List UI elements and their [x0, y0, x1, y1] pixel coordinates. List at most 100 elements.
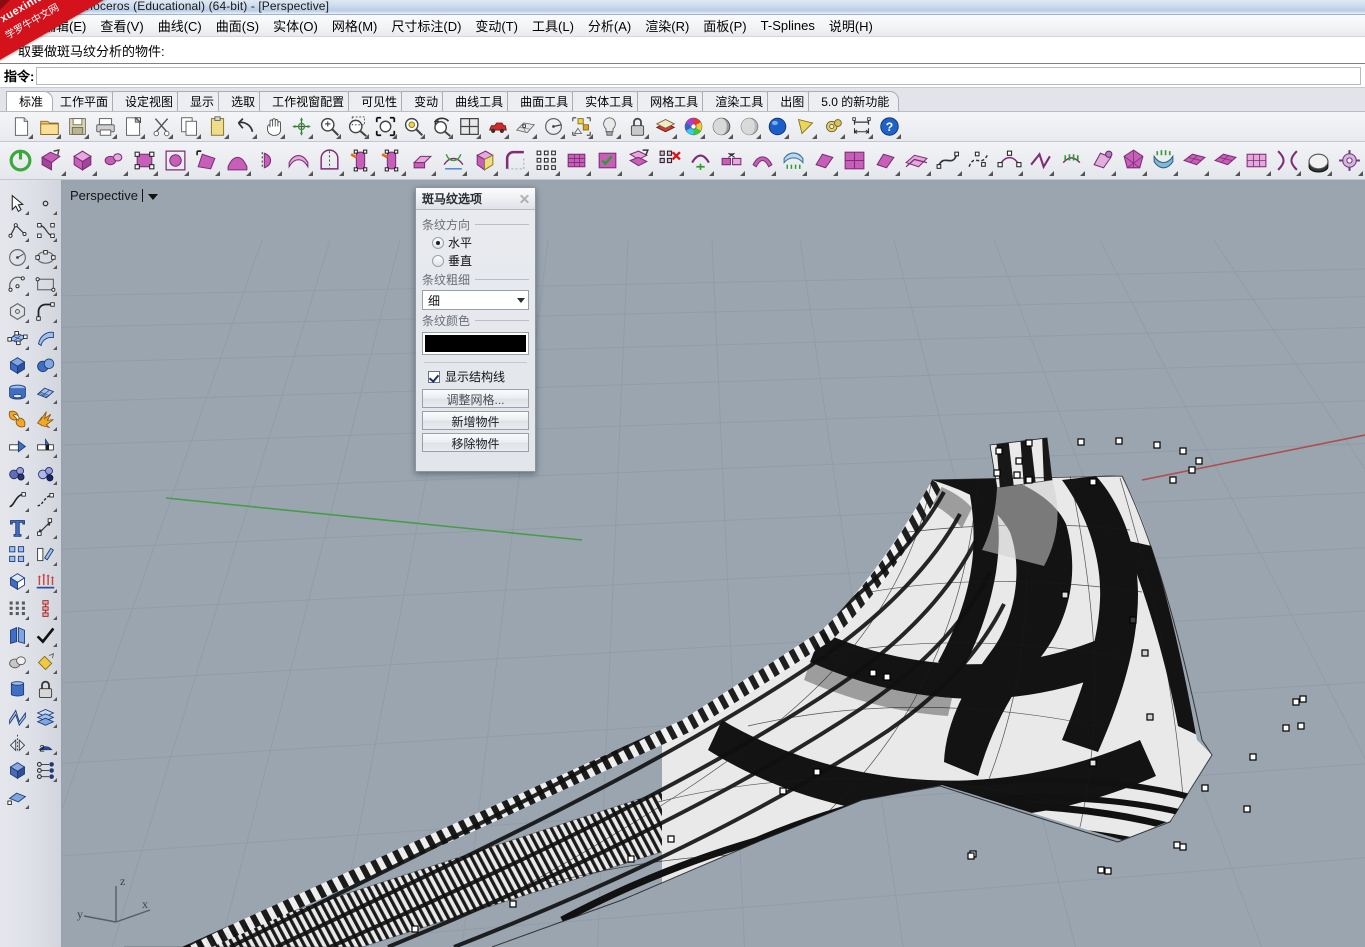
- flyout-arrow-icon[interactable]: [224, 133, 229, 139]
- flyout-arrow-icon[interactable]: [56, 133, 61, 139]
- flyout-arrow-icon[interactable]: [700, 133, 705, 139]
- flyout-arrow-icon[interactable]: [25, 373, 29, 377]
- toolbar-tab-3[interactable]: 显示: [177, 91, 225, 111]
- flyout-arrow-icon[interactable]: [802, 170, 808, 176]
- flyout-arrow-icon[interactable]: [672, 133, 677, 139]
- group-icon[interactable]: [3, 541, 31, 568]
- flyout-arrow-icon[interactable]: [246, 170, 252, 176]
- rectangle-icon[interactable]: [31, 271, 59, 298]
- radio-horizontal[interactable]: 水平: [432, 234, 529, 251]
- boolean-diff-icon[interactable]: [3, 649, 31, 676]
- flyout-arrow-icon[interactable]: [184, 170, 190, 176]
- flyout-arrow-icon[interactable]: [25, 346, 29, 350]
- flyout-arrow-icon[interactable]: [25, 454, 29, 458]
- object-snap-icon[interactable]: [568, 114, 594, 140]
- toolbar-tab-10[interactable]: 实体工具: [572, 91, 644, 111]
- flyout-arrow-icon[interactable]: [532, 133, 537, 139]
- flyout-arrow-icon[interactable]: [53, 400, 57, 404]
- flyout-arrow-icon[interactable]: [215, 170, 221, 176]
- flyout-arrow-icon[interactable]: [53, 643, 57, 647]
- flyout-arrow-icon[interactable]: [420, 133, 425, 139]
- flyout-arrow-icon[interactable]: [25, 643, 29, 647]
- stripe-color-swatch[interactable]: [425, 335, 526, 352]
- history-icon[interactable]: [31, 757, 59, 784]
- flyout-arrow-icon[interactable]: [196, 133, 201, 139]
- menu-dimension[interactable]: 尺寸标注(D): [384, 14, 468, 37]
- mesh-icon[interactable]: [31, 379, 59, 406]
- flyout-arrow-icon[interactable]: [476, 133, 481, 139]
- flyout-arrow-icon[interactable]: [400, 170, 406, 176]
- flyout-arrow-icon[interactable]: [588, 133, 593, 139]
- toolbar-tab-4[interactable]: 选取: [218, 91, 266, 111]
- flyout-arrow-icon[interactable]: [122, 170, 128, 176]
- flyout-arrow-icon[interactable]: [28, 133, 33, 139]
- zebra-options-dialog[interactable]: 斑马纹选项 条纹方向 水平 垂直 条纹粗细 细 条纹颜色 显示结构线 调整网格.…: [415, 187, 536, 472]
- flyout-arrow-icon[interactable]: [771, 170, 777, 176]
- plane-icon[interactable]: [3, 784, 31, 811]
- flyout-arrow-icon[interactable]: [1080, 170, 1086, 176]
- sphere-solid-icon[interactable]: [31, 352, 59, 379]
- flyout-arrow-icon[interactable]: [728, 133, 733, 139]
- help-icon[interactable]: ?: [876, 114, 902, 140]
- toolbar-tab-2[interactable]: 设定视图: [112, 91, 184, 111]
- flyout-arrow-icon[interactable]: [25, 616, 29, 620]
- surface-from-curves-icon[interactable]: [995, 145, 1025, 177]
- flyout-arrow-icon[interactable]: [53, 292, 57, 296]
- lock-object-icon[interactable]: [31, 676, 59, 703]
- offset-curve-icon[interactable]: [31, 487, 59, 514]
- split-surface-icon[interactable]: [624, 145, 654, 177]
- undo-view-icon[interactable]: [428, 114, 454, 140]
- copy-view-icon[interactable]: [120, 114, 146, 140]
- flyout-arrow-icon[interactable]: [25, 670, 29, 674]
- surface-cp-icon[interactable]: [130, 145, 160, 177]
- flyout-arrow-icon[interactable]: [53, 319, 57, 323]
- viewport-layout-icon[interactable]: [456, 114, 482, 140]
- color-wheel-icon[interactable]: [680, 114, 706, 140]
- surface-fold-icon[interactable]: [1025, 145, 1055, 177]
- surface-panel-icon[interactable]: [1211, 145, 1241, 177]
- flyout-arrow-icon[interactable]: [25, 211, 29, 215]
- light-icon[interactable]: [596, 114, 622, 140]
- render-settings-icon[interactable]: [820, 114, 846, 140]
- toolbar-tab-9[interactable]: 曲面工具: [507, 91, 579, 111]
- render-preview-icon[interactable]: [792, 114, 818, 140]
- flyout-arrow-icon[interactable]: [25, 427, 29, 431]
- shaded-view-icon[interactable]: [708, 114, 734, 140]
- toolbar-tab-1[interactable]: 工作平面: [47, 91, 119, 111]
- zoom-selected-icon[interactable]: [400, 114, 426, 140]
- radio-vertical-indicator[interactable]: [432, 254, 444, 267]
- chevron-down-icon[interactable]: [147, 193, 158, 200]
- menu-solid[interactable]: 实体(O): [266, 14, 325, 37]
- flyout-arrow-icon[interactable]: [709, 170, 715, 176]
- chevron-down-icon[interactable]: [517, 297, 525, 303]
- select-arrow-icon[interactable]: [3, 190, 31, 217]
- flyout-arrow-icon[interactable]: [987, 170, 993, 176]
- flyout-arrow-icon[interactable]: [308, 133, 313, 139]
- flyout-arrow-icon[interactable]: [25, 805, 29, 809]
- menu-help[interactable]: 说明(H): [822, 14, 880, 37]
- radio-vertical[interactable]: 垂直: [432, 252, 529, 269]
- flyout-arrow-icon[interactable]: [25, 319, 29, 323]
- menu-tools[interactable]: 工具(L): [525, 14, 581, 37]
- rebuild-surface-icon[interactable]: [562, 145, 592, 177]
- zoom-extents-icon[interactable]: [372, 114, 398, 140]
- copy-icon[interactable]: [176, 114, 202, 140]
- flyout-arrow-icon[interactable]: [524, 170, 530, 176]
- flow-surface-icon[interactable]: [778, 145, 808, 177]
- show-isocurves-checkbox[interactable]: [428, 370, 440, 383]
- flyout-arrow-icon[interactable]: [60, 170, 66, 176]
- menu-view[interactable]: 查看(V): [93, 14, 150, 37]
- flyout-arrow-icon[interactable]: [925, 170, 931, 176]
- lock-icon[interactable]: [624, 114, 650, 140]
- cylinder-solid-icon[interactable]: [3, 379, 31, 406]
- flyout-arrow-icon[interactable]: [153, 170, 159, 176]
- flyout-arrow-icon[interactable]: [647, 170, 653, 176]
- toolbar-tab-8[interactable]: 曲线工具: [442, 91, 514, 111]
- flyout-arrow-icon[interactable]: [53, 508, 57, 512]
- trim-icon[interactable]: [3, 433, 31, 460]
- flyout-arrow-icon[interactable]: [369, 170, 375, 176]
- menu-surface[interactable]: 曲面(S): [209, 14, 266, 37]
- shell-icon[interactable]: [3, 622, 31, 649]
- flyout-arrow-icon[interactable]: [560, 133, 565, 139]
- join-icon[interactable]: [3, 460, 31, 487]
